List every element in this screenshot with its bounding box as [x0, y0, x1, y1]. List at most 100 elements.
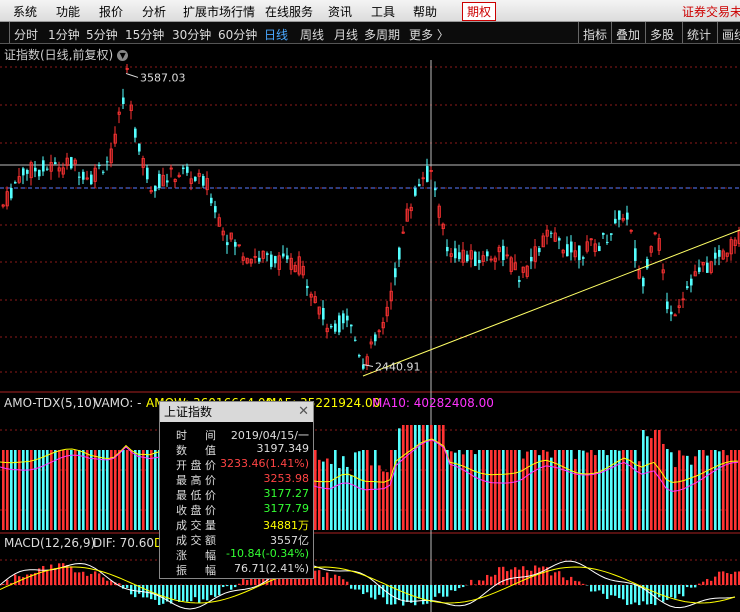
macd-bar	[638, 585, 641, 606]
candle-body	[82, 171, 85, 180]
macd-bar	[318, 570, 321, 585]
volume-bar	[698, 450, 701, 530]
volume-bar	[602, 450, 605, 530]
candle-body	[38, 169, 41, 177]
volume-bar	[494, 450, 497, 530]
volume-bar	[150, 450, 153, 530]
volume-bar	[94, 450, 97, 530]
macd-bar	[182, 585, 185, 601]
volume-bar	[110, 450, 113, 530]
macd-bar	[450, 585, 453, 591]
candle-body	[154, 185, 157, 192]
volume-bar	[362, 450, 365, 530]
candle-body	[690, 278, 693, 286]
popup-row: 最低价 3177.27	[160, 486, 313, 502]
candle-body	[550, 232, 553, 234]
macd-indicator-name[interactable]: MACD(12,26,9)	[4, 536, 95, 550]
popup-row-value: 3177.79	[263, 502, 310, 515]
volume-bar	[154, 450, 157, 530]
volume-bar	[82, 450, 85, 530]
volume-bar	[662, 443, 665, 530]
candle-body	[194, 176, 197, 181]
popup-row-value: -10.84(-0.34%)	[226, 547, 309, 560]
candle-body	[334, 323, 337, 332]
macd-bar	[594, 585, 597, 592]
macd-bar	[6, 579, 9, 585]
candle-body	[102, 171, 105, 173]
candle-body	[446, 246, 449, 252]
volume-indicator-name[interactable]: AMO-TDX(5,10)	[4, 396, 96, 410]
volume-bar	[114, 450, 117, 530]
volume-bar	[38, 450, 41, 530]
macd-bar	[322, 576, 325, 585]
volume-bar	[322, 461, 325, 530]
kline-chart[interactable]: 3587.03 2440.91	[0, 0, 740, 612]
macd-bar	[26, 574, 29, 585]
volume-bar	[702, 450, 705, 530]
macd-bar	[654, 585, 657, 606]
macd-bar	[490, 576, 493, 585]
macd-bar	[494, 574, 497, 585]
volume-bar	[710, 450, 713, 530]
candle-body	[614, 218, 617, 224]
macd-bar	[66, 565, 69, 585]
macd-bar	[470, 579, 473, 585]
volume-bar	[414, 425, 417, 530]
volume-bar	[726, 455, 729, 530]
macd-bar	[702, 581, 705, 585]
candle-body	[70, 157, 73, 169]
candle-body	[466, 254, 469, 262]
volume-bar	[486, 450, 489, 530]
popup-row-value: 76.71(2.41%)	[233, 562, 309, 575]
volume-ma10-value: MA10: 40282408.00	[372, 396, 494, 410]
volume-vamo-value: VAMO: -	[94, 396, 142, 410]
volume-bar	[330, 463, 333, 530]
candle-body	[558, 238, 561, 241]
volume-bar	[370, 465, 373, 530]
volume-bar	[626, 450, 629, 530]
candle-body	[166, 180, 169, 183]
volume-bar	[638, 461, 641, 530]
macd-dif-value: DIF: 70.60	[93, 536, 154, 550]
macd-bar	[2, 583, 5, 585]
volume-bar	[562, 450, 565, 530]
candle-body	[214, 206, 217, 213]
popup-header[interactable]: 上证指数 ✕	[160, 402, 313, 422]
macd-bar	[174, 585, 177, 600]
volume-bar	[606, 455, 609, 530]
volume-bar	[354, 452, 357, 530]
candle-body	[414, 188, 417, 196]
volume-bar	[346, 466, 349, 530]
macd-bar	[670, 585, 673, 598]
macd-bar	[222, 585, 225, 588]
macd-bar	[42, 565, 45, 585]
candle-body	[226, 242, 229, 246]
macd-bar	[710, 580, 713, 585]
macd-bar	[610, 585, 613, 596]
candle-body	[98, 164, 101, 167]
macd-bar	[162, 585, 165, 604]
popup-row: 最高价 3253.98	[160, 471, 313, 487]
candle-body	[146, 167, 149, 180]
volume-bar	[506, 450, 509, 530]
volume-bar	[558, 450, 561, 530]
volume-bar	[594, 455, 597, 530]
candle-body	[666, 301, 669, 310]
macd-bar	[90, 573, 93, 585]
volume-bar	[694, 456, 697, 530]
macd-bar	[102, 577, 105, 585]
macd-bar	[218, 585, 221, 596]
candle-body	[134, 128, 137, 138]
macd-bar	[46, 570, 49, 585]
close-icon[interactable]: ✕	[298, 402, 309, 422]
macd-bar	[658, 585, 661, 598]
candle-body	[486, 251, 489, 257]
volume-bar	[514, 450, 517, 530]
volume-bar	[650, 438, 653, 530]
macd-bar	[478, 580, 481, 585]
low-label: 2440.91	[375, 361, 421, 374]
quote-info-popup[interactable]: 上证指数 ✕ 时间 2019/04/15/一 数值 3197.349 开盘价 3233.4…	[159, 401, 314, 579]
popup-row: 数值 3197.349	[160, 441, 313, 457]
volume-bar	[654, 430, 657, 530]
candle-body	[234, 242, 237, 247]
